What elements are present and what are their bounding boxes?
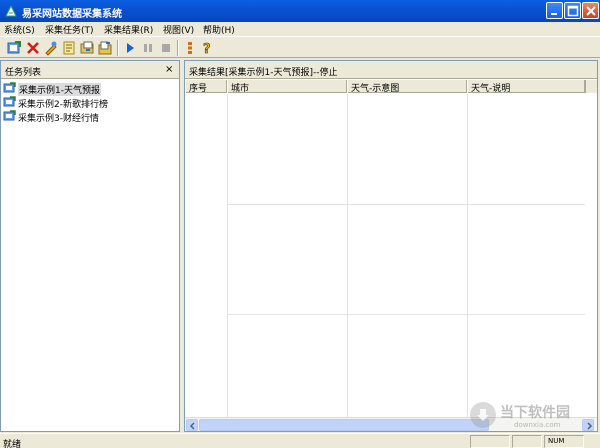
column-header-row: 序号 城市 天气-示意图 天气-说明 <box>185 80 597 94</box>
task-item-3[interactable]: 采集示例3-财经行情 <box>3 110 123 124</box>
watermark-text: 当下软件园 <box>500 405 570 421</box>
menu-view[interactable]: 视图(V) <box>163 23 194 36</box>
close-icon <box>586 6 596 16</box>
status-pane-empty <box>470 435 510 448</box>
task-icon <box>3 96 16 107</box>
export-icon[interactable] <box>97 40 113 56</box>
edit-icon[interactable] <box>43 40 59 56</box>
download-icon <box>470 402 496 428</box>
help-icon[interactable]: ? <box>199 40 215 56</box>
chevron-left-icon <box>189 422 195 430</box>
task-list-header: 任务列表 × <box>1 61 179 79</box>
toolbar: ? <box>0 36 600 58</box>
log-icon[interactable] <box>182 40 198 56</box>
new-task-icon[interactable] <box>6 40 22 56</box>
num-lock-indicator: NUM <box>548 437 565 445</box>
window-title: 易采网站数据采集系统 <box>22 9 122 20</box>
minimize-icon <box>551 13 557 15</box>
results-panel: 采集结果[采集示例1-天气预报]--停止 序号 城市 天气-示意图 天气-说明 <box>184 60 598 432</box>
delete-icon[interactable] <box>25 40 41 56</box>
menu-results[interactable]: 采集结果(R) <box>104 23 153 36</box>
close-button[interactable] <box>582 2 599 19</box>
task-item-label: 采集示例3-财经行情 <box>18 114 99 124</box>
maximize-icon <box>567 5 579 17</box>
column-header-weather-desc[interactable]: 天气-说明 <box>467 80 585 94</box>
column-header-index[interactable]: 序号 <box>185 80 227 94</box>
toolbar-separator <box>177 40 179 56</box>
task-item-1[interactable]: 采集示例1-天气预报 <box>3 82 123 96</box>
results-title: 采集结果[采集示例1-天气预报]--停止 <box>189 68 338 78</box>
scroll-left-button[interactable] <box>186 419 198 431</box>
menu-bar: 系统(S) 采集任务(T) 采集结果(R) 视图(V) 帮助(H) <box>0 22 600 36</box>
properties-icon[interactable] <box>61 40 77 56</box>
grid-line <box>227 204 585 205</box>
menu-system[interactable]: 系统(S) <box>4 23 35 36</box>
task-list-panel: 任务列表 × 采集示例1-天气预报 采集示例2-新歌排行榜 采集示例3-财经行情 <box>0 60 180 432</box>
stop-icon[interactable] <box>158 40 174 56</box>
maximize-button[interactable] <box>564 2 581 19</box>
svg-text:?: ? <box>203 42 211 56</box>
panel-close-icon[interactable]: × <box>165 64 173 75</box>
pause-icon[interactable] <box>140 40 156 56</box>
toolbar-separator <box>117 40 119 56</box>
task-item-2[interactable]: 采集示例2-新歌排行榜 <box>3 96 143 110</box>
menu-task[interactable]: 采集任务(T) <box>45 23 94 36</box>
status-text: 就绪 <box>3 440 22 448</box>
task-item-label: 采集示例2-新歌排行榜 <box>18 100 108 110</box>
grid-line <box>227 314 585 315</box>
scroll-thumb[interactable] <box>199 419 489 431</box>
watermark: 当下软件园 downxia.com <box>470 400 590 432</box>
task-list-title: 任务列表 <box>5 68 42 78</box>
app-icon <box>4 4 18 18</box>
grid-line <box>227 94 228 417</box>
menu-help[interactable]: 帮助(H) <box>203 23 235 36</box>
task-item-label: 采集示例1-天气预报 <box>18 83 101 96</box>
watermark-subtext: downxia.com <box>514 421 561 429</box>
title-bar[interactable]: 易采网站数据采集系统 <box>0 0 600 22</box>
column-header-weather-image[interactable]: 天气-示意图 <box>347 80 467 94</box>
import-icon[interactable] <box>79 40 95 56</box>
results-header: 采集结果[采集示例1-天气预报]--停止 <box>185 61 597 79</box>
grid-line <box>467 94 468 417</box>
status-pane-empty <box>512 435 542 448</box>
status-pane-num: NUM <box>544 435 584 448</box>
column-header-city[interactable]: 城市 <box>227 80 347 94</box>
start-icon[interactable] <box>122 40 138 56</box>
grid-line <box>347 94 348 417</box>
minimize-button[interactable] <box>546 2 563 19</box>
task-icon <box>3 110 16 121</box>
status-bar: 就绪 NUM <box>0 433 600 448</box>
scrollbar-corner <box>585 80 597 93</box>
task-icon <box>3 82 16 93</box>
